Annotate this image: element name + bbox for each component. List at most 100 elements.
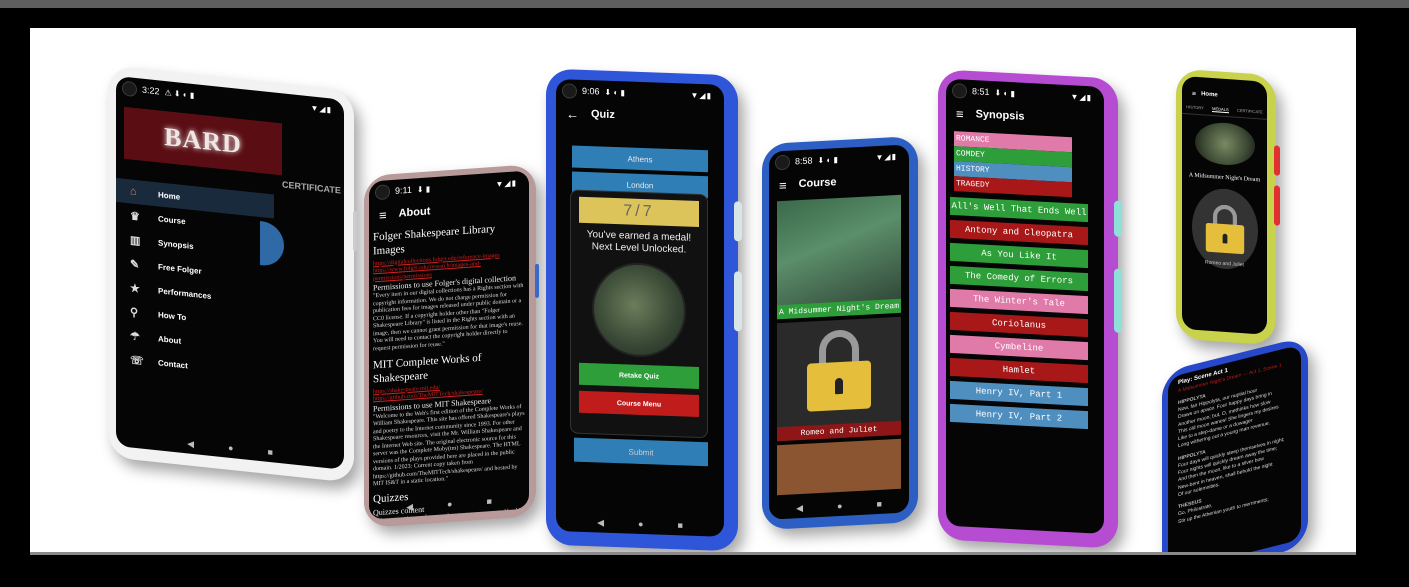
play-item[interactable]: The Comedy of Errors bbox=[950, 265, 1088, 292]
signal-icon: ▼◢▮ bbox=[875, 151, 897, 162]
drawer-label: About bbox=[158, 333, 182, 346]
home-nav-icon[interactable]: ● bbox=[638, 519, 643, 530]
course-card-midsummer[interactable]: A Midsummer Night's Dream bbox=[777, 194, 901, 320]
course-card-locked[interactable] bbox=[777, 438, 901, 496]
camera-icon bbox=[952, 83, 967, 99]
recents-icon[interactable]: ■ bbox=[486, 496, 491, 507]
side-button bbox=[353, 210, 357, 252]
course-card-romeo[interactable]: Romeo and Juliet bbox=[777, 316, 901, 442]
drawer-label: Home bbox=[158, 189, 181, 202]
course-menu-button[interactable]: Course Menu bbox=[579, 390, 699, 417]
side-button bbox=[734, 201, 742, 242]
status-icons: ⬇ ◐ ▮ bbox=[604, 87, 625, 97]
back-icon[interactable]: ◀ bbox=[406, 502, 413, 513]
phone-about: 9:11 ⬇ ▮ ▼◢▮ ≡ About Folger Shakespeare L… bbox=[364, 163, 539, 529]
lightbulb-icon: ⚲ bbox=[130, 305, 139, 319]
drawer-label: Synopsis bbox=[158, 237, 194, 251]
play-item[interactable]: As You Like It bbox=[950, 242, 1088, 269]
screen: ≡ Home HISTORY MEDALS CERTIFICATE A Midsu… bbox=[1182, 75, 1267, 335]
tab-medals[interactable]: MEDALS bbox=[1212, 106, 1229, 114]
scene-text: Play: Scene Act 1 A Midsummer Night's Dr… bbox=[1168, 345, 1301, 533]
menu-icon[interactable]: ≡ bbox=[379, 207, 387, 223]
play-item[interactable]: Cymbeline bbox=[950, 334, 1088, 361]
status-time: 3:22 bbox=[142, 84, 160, 97]
camera-icon bbox=[122, 80, 137, 98]
play-item[interactable]: Antony and Cleopatra bbox=[950, 219, 1088, 246]
side-button bbox=[1274, 185, 1280, 226]
home-nav-icon[interactable]: ● bbox=[447, 499, 452, 510]
paragraph: "Welcome to the Web's first edition of t… bbox=[373, 403, 525, 488]
play-item[interactable]: Henry IV, Part 2 bbox=[950, 403, 1088, 430]
umbrella-icon: ☂ bbox=[130, 329, 140, 343]
phone-home-drawer: 3:22 ⚠ ⬇ ◐ ▮ ▼◢▮ BARD CERTIFICATE ⌂ Home … bbox=[108, 65, 357, 483]
status-icons: ⚠ ⬇ ◐ ▮ bbox=[164, 87, 195, 100]
crown-icon: ♛ bbox=[130, 209, 140, 223]
home-nav-icon[interactable]: ● bbox=[228, 443, 233, 455]
menu-icon[interactable]: ≡ bbox=[1192, 90, 1196, 97]
bard-logo: BARD bbox=[124, 106, 282, 176]
retake-quiz-button[interactable]: Retake Quiz bbox=[579, 362, 699, 389]
medal-dialog: 7/7 You've earned a medal! Next Level Un… bbox=[570, 189, 708, 439]
submit-button[interactable]: Submit bbox=[574, 437, 708, 467]
screen: 8:58 ⬇ ◐ ▮ ▼◢▮ ≡ Course A Midsummer Night… bbox=[769, 144, 909, 520]
medal-message: You've earned a medal! Next Level Unlock… bbox=[571, 229, 707, 258]
signal-icon: ▼◢▮ bbox=[310, 102, 332, 115]
play-list: All's Well That Ends Well Antony and Cle… bbox=[946, 196, 1104, 430]
play-item[interactable]: Henry IV, Part 1 bbox=[950, 380, 1088, 407]
score-display: 7/7 bbox=[579, 196, 699, 227]
back-arrow-icon[interactable]: ← bbox=[566, 106, 579, 121]
status-time: 8:58 bbox=[795, 155, 813, 167]
tab-certificate[interactable]: CERTIFICATE bbox=[1237, 108, 1263, 116]
back-icon[interactable]: ◀ bbox=[796, 503, 803, 514]
medal-image bbox=[1194, 120, 1255, 167]
system-nav-bar: ◀ ● ■ bbox=[116, 431, 344, 466]
phone-quiz: 9:06 ⬇ ◐ ▮ ▼◢▮ ← Quiz Athens London 7/7 Y… bbox=[546, 68, 742, 552]
side-button bbox=[535, 263, 539, 299]
drawer-label: Contact bbox=[158, 357, 188, 370]
star-icon: ★ bbox=[130, 281, 140, 295]
system-nav-bar: ◀ ● ■ bbox=[556, 516, 724, 533]
side-button bbox=[1114, 200, 1122, 237]
white-stage: 3:22 ⚠ ⬇ ◐ ▮ ▼◢▮ BARD CERTIFICATE ⌂ Home … bbox=[30, 28, 1356, 552]
camera-icon bbox=[775, 154, 790, 171]
screen: 9:11 ⬇ ▮ ▼◢▮ ≡ About Folger Shakespeare L… bbox=[369, 170, 529, 520]
camera-icon bbox=[562, 83, 577, 99]
course-card-label: Romeo and Juliet bbox=[777, 420, 901, 442]
play-item[interactable]: Hamlet bbox=[950, 357, 1088, 384]
signal-icon: ▼◢▮ bbox=[1070, 91, 1092, 102]
side-button bbox=[1274, 145, 1280, 176]
menu-icon[interactable]: ≡ bbox=[956, 106, 964, 121]
quill-icon: ✎ bbox=[130, 257, 140, 271]
menu-icon[interactable]: ≡ bbox=[779, 177, 787, 192]
lock-icon bbox=[1205, 204, 1244, 255]
drawer-label: How To bbox=[158, 309, 187, 322]
screen: Play: Scene Act 1 A Midsummer Night's Dr… bbox=[1168, 344, 1301, 552]
tab-history[interactable]: HISTORY bbox=[1186, 104, 1204, 111]
signal-icon: ▼◢▮ bbox=[690, 90, 712, 100]
recents-icon[interactable]: ■ bbox=[267, 447, 272, 459]
page-title: About bbox=[398, 205, 431, 220]
back-icon[interactable]: ◀ bbox=[187, 438, 194, 450]
page-title: Quiz bbox=[591, 108, 615, 122]
recents-icon[interactable]: ■ bbox=[876, 499, 881, 510]
drawer-label: Free Folger bbox=[158, 261, 202, 276]
recents-icon[interactable]: ■ bbox=[677, 520, 682, 531]
answer-option[interactable]: Athens bbox=[572, 145, 708, 173]
home-nav-icon[interactable]: ● bbox=[837, 501, 842, 512]
genre-legend: ROMANCE COMDEY HISTORY TRAGEDY bbox=[954, 131, 1072, 198]
drawer-label: Course bbox=[158, 213, 186, 226]
status-time: 9:11 bbox=[395, 184, 412, 196]
about-content: Folger Shakespeare Library Images https:… bbox=[369, 216, 529, 520]
barcode-icon: ▥ bbox=[130, 233, 141, 247]
play-item[interactable]: The Winter's Tale bbox=[950, 288, 1088, 315]
play-item[interactable]: Coriolanus bbox=[950, 311, 1088, 338]
tab-certificate[interactable]: CERTIFICATE bbox=[282, 179, 341, 195]
contact-icon: ☏ bbox=[130, 353, 144, 368]
lock-icon bbox=[807, 328, 871, 412]
status-icons: ⬇ ◐ ▮ bbox=[994, 87, 1015, 98]
play-item[interactable]: All's Well That Ends Well bbox=[950, 196, 1088, 223]
phone-medals: ≡ Home HISTORY MEDALS CERTIFICATE A Midsu… bbox=[1176, 68, 1280, 346]
bottom-line bbox=[30, 552, 1356, 555]
back-icon[interactable]: ◀ bbox=[597, 517, 604, 528]
page-title: Synopsis bbox=[975, 108, 1025, 123]
